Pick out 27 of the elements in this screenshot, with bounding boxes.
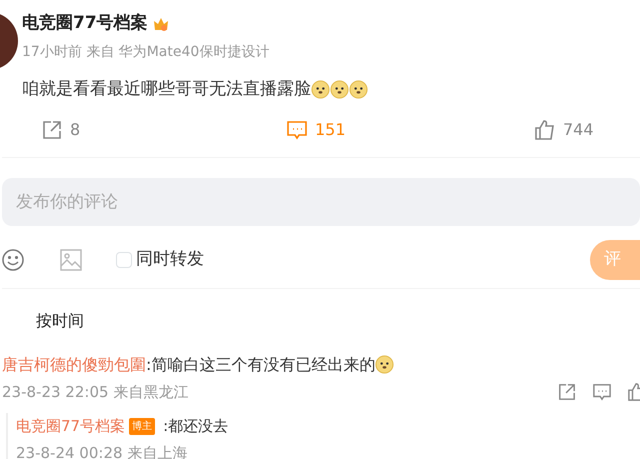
doge-emoji-icon [311, 80, 330, 100]
reply-author-name[interactable]: 电竞圈77号档案 [16, 415, 126, 438]
image-icon[interactable] [60, 248, 82, 270]
repost-checkbox[interactable] [116, 252, 132, 268]
smiley-icon[interactable] [2, 248, 24, 270]
repost-label[interactable]: 同时转发 [136, 246, 204, 272]
share-icon[interactable] [558, 382, 576, 401]
like-icon[interactable] [535, 120, 555, 140]
comment-icon[interactable] [287, 120, 307, 140]
repost-count[interactable]: 8 [70, 118, 80, 142]
sort-by-time-tab[interactable]: 按时间 [36, 310, 84, 330]
comment-input-field[interactable]: 发布你的评论 [2, 178, 640, 226]
like-count[interactable]: 744 [563, 118, 594, 142]
comment-icon[interactable] [592, 382, 612, 401]
comment-text: :简喻白这三个有没有已经出来的 [146, 354, 376, 376]
post-text: 咱就是看看最近哪些哥哥无法直播露脸 [22, 78, 311, 101]
doge-emoji-icon [330, 80, 349, 100]
reply-text: :都还没去 [163, 416, 228, 437]
comment-meta: 23-8-23 22:05 来自黑龙江 [2, 382, 188, 402]
post-meta: 17小时前 来自 华为Mate40保时捷设计 [22, 43, 270, 62]
commenter-name[interactable]: 唐吉柯德的傻勁包圍 [2, 352, 146, 376]
comment-count[interactable]: 151 [315, 118, 346, 142]
author-name[interactable]: 电竞圈77号档案 [22, 11, 148, 37]
share-icon[interactable] [42, 120, 62, 140]
doge-emoji-icon [349, 80, 368, 100]
doge-emoji-icon [375, 355, 394, 374]
author-badge: 博主 [129, 418, 156, 435]
